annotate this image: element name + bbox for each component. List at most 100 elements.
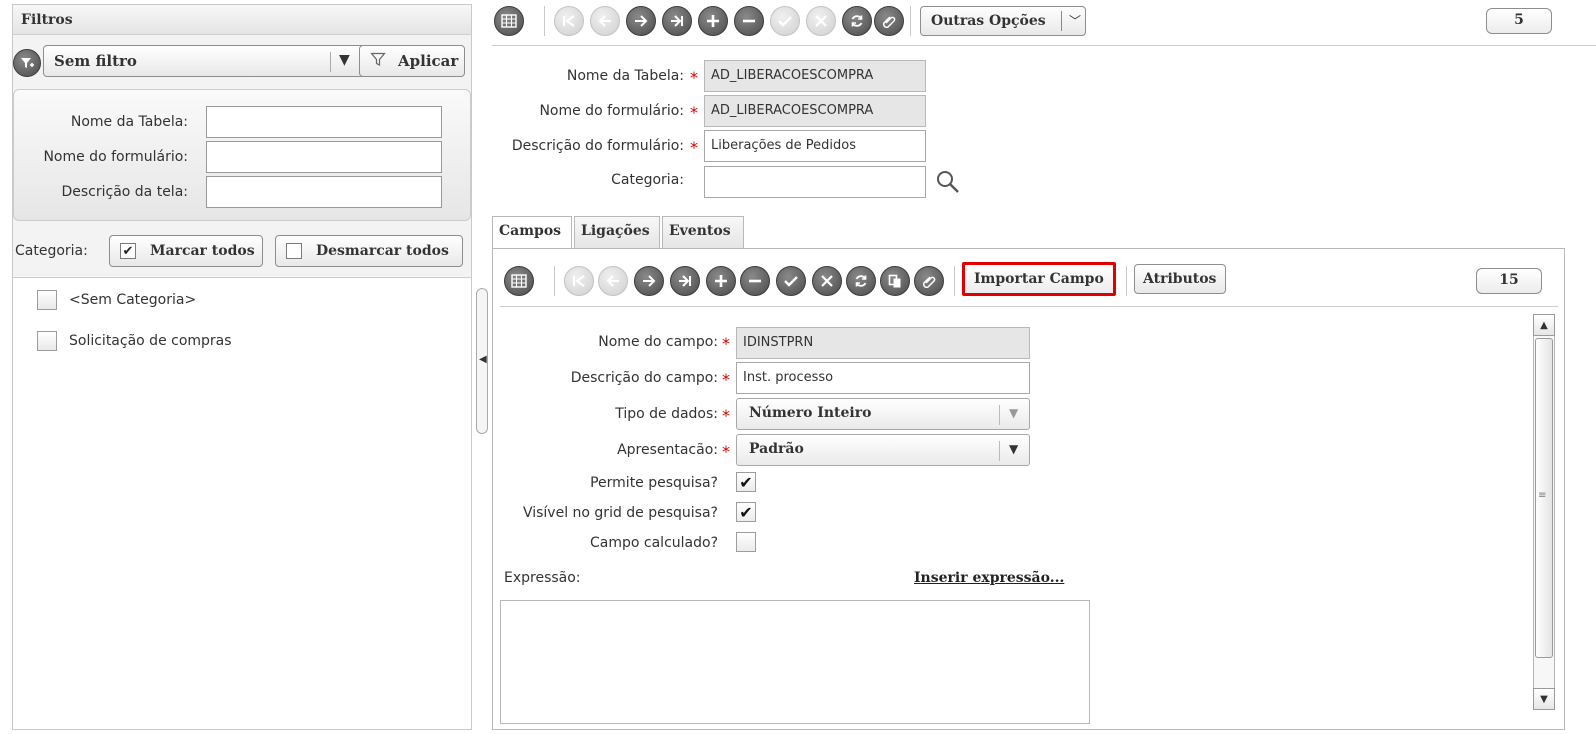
required-mark: * <box>690 103 698 122</box>
filters-panel: Filtros Sem filtro ▼ Aplicar Nome da Tab… <box>12 4 472 730</box>
attributes-button[interactable]: Atributos <box>1134 264 1226 294</box>
category-checkbox[interactable] <box>37 331 57 351</box>
select-divider <box>999 405 1000 425</box>
first-record-icon[interactable] <box>564 266 594 296</box>
import-field-button[interactable]: Importar Campo <box>962 262 1116 296</box>
other-options-divider <box>1061 11 1062 31</box>
remove-record-icon[interactable] <box>734 6 764 36</box>
apply-filter-button[interactable]: Aplicar <box>359 45 465 77</box>
list-item[interactable]: <Sem Categoria> <box>37 290 196 310</box>
data-type-select[interactable]: Número Inteiro ▼ <box>736 398 1030 430</box>
allow-search-checkbox[interactable]: ✔ <box>736 472 756 492</box>
confirm-icon[interactable] <box>770 6 800 36</box>
form-table-name-field: AD_LIBERACOESCOMPRA <box>704 60 926 92</box>
calculated-checkbox[interactable] <box>736 532 756 552</box>
toolbar-separator <box>554 266 555 296</box>
mark-all-button[interactable]: ✔ Marcar todos <box>109 235 263 267</box>
category-item-label: Solicitação de compras <box>69 333 232 349</box>
refresh-icon[interactable] <box>846 266 876 296</box>
grip-icon: ≡ <box>1538 490 1547 501</box>
required-mark: * <box>722 442 730 461</box>
previous-record-icon[interactable] <box>598 266 628 296</box>
form-name-label: Nome do formulário: <box>43 149 188 165</box>
form-category-input[interactable] <box>704 166 926 198</box>
grid-view-icon[interactable] <box>504 266 534 296</box>
copy-icon[interactable] <box>880 266 910 296</box>
collapse-left-icon[interactable]: ◀ <box>479 354 487 365</box>
checked-box-icon: ✔ <box>120 243 136 259</box>
chevron-down-icon: ▼ <box>1009 442 1019 456</box>
toolbar-separator <box>910 6 911 36</box>
filter-select-value: Sem filtro <box>54 52 137 70</box>
insert-expression-link[interactable]: Inserir expressão... <box>914 570 1064 586</box>
category-checkbox[interactable] <box>37 290 57 310</box>
allow-search-label: Permite pesquisa? <box>590 475 718 491</box>
list-item[interactable]: Solicitação de compras <box>37 331 232 351</box>
category-item-label: <Sem Categoria> <box>69 292 197 308</box>
unmark-all-label: Desmarcar todos <box>316 243 449 259</box>
filter-screen-desc-input[interactable] <box>206 176 442 208</box>
cancel-icon[interactable] <box>806 6 836 36</box>
calculated-label: Campo calculado? <box>590 535 718 551</box>
first-record-icon[interactable] <box>554 6 584 36</box>
toolbar-separator <box>1126 266 1127 296</box>
data-type-label: Tipo de dados: <box>615 406 718 422</box>
record-count-badge: 5 <box>1486 8 1552 34</box>
add-filter-icon[interactable] <box>13 49 41 77</box>
apply-filter-label: Aplicar <box>398 52 459 70</box>
attach-icon[interactable] <box>914 266 944 296</box>
other-options-label: Outras Opções <box>931 13 1046 29</box>
refresh-icon[interactable] <box>842 6 872 36</box>
tab-ligacoes[interactable]: Ligações <box>574 216 660 248</box>
tab-eventos[interactable]: Eventos <box>662 216 744 248</box>
search-icon[interactable] <box>934 168 962 200</box>
other-options-button[interactable]: Outras Opções ﹀ <box>920 6 1086 36</box>
field-desc-input[interactable]: Inst. processo <box>736 362 1030 394</box>
data-type-value: Número Inteiro <box>749 405 872 421</box>
presentation-value: Padrão <box>749 441 804 457</box>
table-name-label: Nome da Tabela: <box>70 114 188 130</box>
import-field-label: Importar Campo <box>974 271 1104 287</box>
required-mark: * <box>722 334 730 353</box>
grid-view-icon[interactable] <box>494 6 524 36</box>
required-mark: * <box>722 406 730 425</box>
visible-grid-label: Visível no grid de pesquisa? <box>522 505 718 521</box>
funnel-icon <box>370 51 386 71</box>
chevron-down-icon: ▼ <box>1009 406 1019 420</box>
field-count-badge: 15 <box>1476 268 1542 294</box>
unmark-all-button[interactable]: Desmarcar todos <box>275 235 463 267</box>
previous-record-icon[interactable] <box>590 6 620 36</box>
attach-icon[interactable] <box>874 6 904 36</box>
last-record-icon[interactable] <box>670 266 700 296</box>
field-desc-label: Descrição do campo: <box>570 370 718 386</box>
expression-label: Expressão: <box>504 570 581 586</box>
presentation-label: Apresentacão: <box>617 442 718 458</box>
confirm-icon[interactable] <box>776 266 806 296</box>
remove-record-icon[interactable] <box>740 266 770 296</box>
expression-textarea[interactable] <box>500 600 1090 724</box>
cancel-icon[interactable] <box>812 266 842 296</box>
presentation-select[interactable]: Padrão ▼ <box>736 434 1030 466</box>
filter-select-divider <box>330 52 331 72</box>
form-name-label: Nome do formulário: <box>539 103 684 119</box>
next-record-icon[interactable] <box>626 6 656 36</box>
chevron-down-icon: ▼ <box>339 52 350 68</box>
field-name-label: Nome do campo: <box>598 334 718 350</box>
form-name-field: AD_LIBERACOESCOMPRA <box>704 95 926 127</box>
filter-form-name-input[interactable] <box>206 141 442 173</box>
add-record-icon[interactable] <box>706 266 736 296</box>
scroll-up-icon[interactable]: ▲ <box>1533 314 1555 336</box>
last-record-icon[interactable] <box>662 6 692 36</box>
tab-campos[interactable]: Campos <box>492 216 572 249</box>
next-record-icon[interactable] <box>634 266 664 296</box>
screen-desc-label: Descrição da tela: <box>61 184 188 200</box>
filters-header: Filtros <box>13 5 471 35</box>
add-record-icon[interactable] <box>698 6 728 36</box>
mark-all-label: Marcar todos <box>150 243 255 259</box>
filter-table-name-input[interactable] <box>206 106 442 138</box>
scroll-down-icon[interactable]: ▼ <box>1533 688 1555 710</box>
form-desc-input[interactable]: Liberações de Pedidos <box>704 130 926 162</box>
visible-grid-checkbox[interactable]: ✔ <box>736 502 756 522</box>
filter-select[interactable]: Sem filtro ▼ <box>43 45 373 77</box>
select-divider <box>999 441 1000 461</box>
